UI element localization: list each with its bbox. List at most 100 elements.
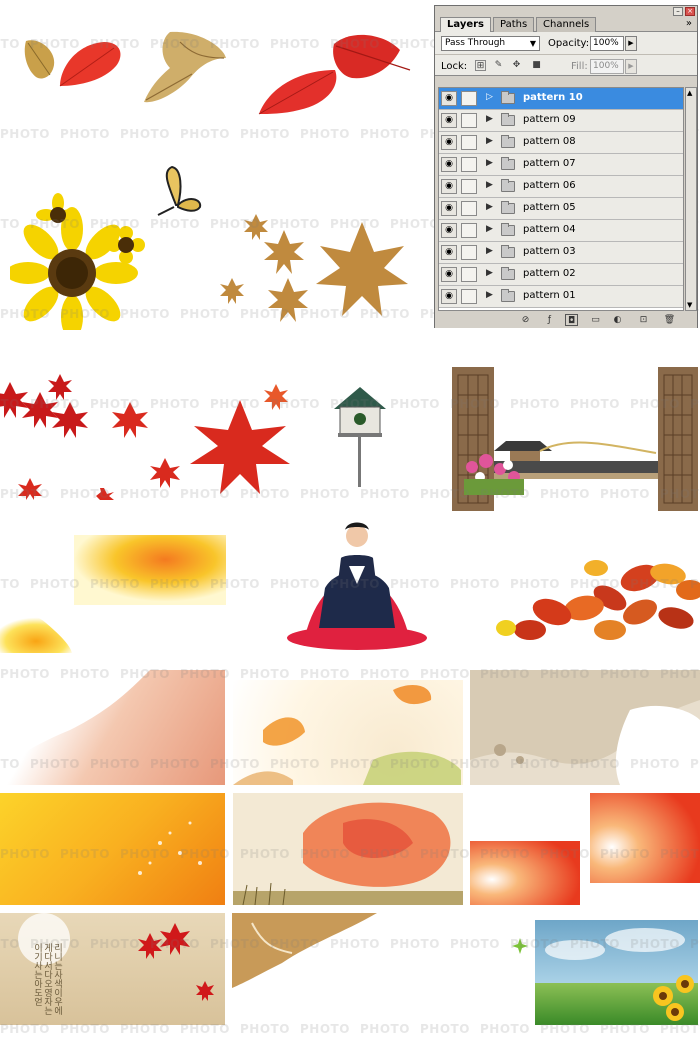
layer-row[interactable]: ◉ ▶ pattern 02 [439,264,683,286]
new-layer-icon[interactable]: ⊡ [637,314,650,326]
pink-watercolor-bg [0,670,225,785]
expand-arrow-icon[interactable]: ▶ [486,114,493,124]
eye-icon[interactable]: ◉ [441,157,457,172]
layer-row[interactable]: ◉ ▶ pattern 03 [439,242,683,264]
sunflower [10,185,145,330]
fill-label: Fill: [571,61,588,72]
layers-scrollbar[interactable]: ▲ ▼ [685,87,697,311]
expand-arrow-icon[interactable]: ▷ [486,92,493,102]
layer-link-box[interactable] [461,245,477,260]
panel-footer: ⊘ ƒ ◘ ▭ ◐ ⊡ 🗑 [435,312,697,328]
eye-icon[interactable]: ◉ [441,201,457,216]
fill-slider-button[interactable]: ▶ [625,59,637,74]
adjustment-layer-icon[interactable]: ◐ [611,314,624,326]
blend-mode-value: Pass Through [445,38,506,48]
eye-icon[interactable]: ◉ [441,91,457,106]
layer-row[interactable]: ◉ ▶ pattern 06 [439,176,683,198]
lock-pixels-icon[interactable]: ✎ [493,60,504,71]
layer-row[interactable]: ◉ ▶ pattern 08 [439,132,683,154]
layer-name: pattern 06 [523,180,576,191]
expand-arrow-icon[interactable]: ▶ [486,246,493,256]
trash-icon[interactable]: 🗑 [663,314,676,326]
watermark-text: PHOTO [60,127,110,141]
opacity-field[interactable]: 100% [590,36,624,51]
expand-arrow-icon[interactable]: ▶ [486,290,493,300]
lock-row: Lock: ⊞ ✎ ✥ ■ Fill: 100% ▶ [435,54,697,76]
link-layers-icon[interactable]: ⊘ [519,314,532,326]
layer-row[interactable]: ◉ ▷ pattern 10 [439,88,683,110]
layers-list: ◉ ▷ pattern 10 ◉ ▶ pattern 09 ◉ ▶ patter… [438,87,684,311]
layer-name: pattern 09 [523,114,576,125]
expand-arrow-icon[interactable]: ▶ [486,202,493,212]
watermark-text: PHOTO [420,1022,470,1036]
minimize-icon[interactable]: – [673,7,683,16]
lock-transparency-icon[interactable]: ⊞ [475,60,486,71]
eye-icon[interactable]: ◉ [441,245,457,260]
lock-position-icon[interactable]: ✥ [511,60,522,71]
sepia-ink-bg [470,670,700,785]
lock-all-icon[interactable]: ■ [531,60,542,71]
eye-icon[interactable]: ◉ [441,267,457,282]
layer-name: pattern 08 [523,136,576,147]
expand-arrow-icon[interactable]: ▶ [486,224,493,234]
layer-name: pattern 04 [523,224,576,235]
layer-link-box[interactable] [461,289,477,304]
tab-paths[interactable]: Paths [493,17,535,32]
new-group-icon[interactable]: ▭ [589,314,602,326]
lock-label: Lock: [441,61,468,72]
butterfly [148,165,206,227]
expand-arrow-icon[interactable]: ▶ [486,136,493,146]
watermark-text: PHOTO [240,667,290,681]
eye-icon[interactable]: ◉ [441,289,457,304]
add-mask-icon[interactable]: ◘ [565,314,578,326]
eye-icon[interactable]: ◉ [441,135,457,150]
fill-field[interactable]: 100% [590,59,624,74]
layer-link-box[interactable] [461,135,477,150]
folder-icon [501,135,515,148]
eye-icon[interactable]: ◉ [441,179,457,194]
panel-titlebar: – × [435,6,697,16]
layer-row[interactable]: ◉ ▶ pattern 04 [439,220,683,242]
panel-menu-icon[interactable]: » [686,18,692,29]
folder-icon [501,201,515,214]
eye-icon[interactable]: ◉ [441,113,457,128]
scroll-up-icon[interactable]: ▲ [687,89,692,97]
layer-row[interactable]: ◉ ▶ pattern 07 [439,154,683,176]
sky-meadow-card [535,920,698,1025]
layer-link-box[interactable] [461,223,477,238]
layer-link-box[interactable] [461,201,477,216]
layer-row[interactable]: ◉ ▶ pattern 09 [439,110,683,132]
watermark-text: PHOTO [360,1022,410,1036]
layer-link-box[interactable] [461,91,477,106]
close-icon[interactable]: × [685,7,695,16]
watermark-text: PHOTO [360,127,410,141]
tab-channels[interactable]: Channels [536,17,597,32]
layer-link-box[interactable] [461,157,477,172]
watermark-text: PHOTO [300,127,350,141]
folder-icon [501,157,515,170]
layer-link-box[interactable] [461,113,477,128]
watermark-text: PHOTO [240,127,290,141]
expand-arrow-icon[interactable]: ▶ [486,180,493,190]
blend-mode-select[interactable]: Pass Through ▼ [441,36,540,51]
layer-link-box[interactable] [461,267,477,282]
layer-name: pattern 05 [523,202,576,213]
dry-leaf-small [20,35,60,85]
folder-icon [501,289,515,302]
layer-row[interactable]: ◉ ▶ pattern 05 [439,198,683,220]
expand-arrow-icon[interactable]: ▶ [486,268,493,278]
opacity-slider-button[interactable]: ▶ [625,36,637,51]
layer-name: pattern 01 [523,290,576,301]
folder-icon [501,267,515,280]
eye-icon[interactable]: ◉ [441,223,457,238]
tab-layers[interactable]: Layers [440,17,491,33]
layer-row[interactable]: ◉ ▶ pattern 01 [439,286,683,308]
layer-style-icon[interactable]: ƒ [543,314,556,326]
watermark-text: PHOTO [240,1022,290,1036]
red-leaf-3 [330,30,415,82]
expand-arrow-icon[interactable]: ▶ [486,158,493,168]
scroll-down-icon[interactable]: ▼ [687,301,692,309]
folder-icon [501,245,515,258]
opacity-label: Opacity: [548,38,590,49]
layer-link-box[interactable] [461,179,477,194]
